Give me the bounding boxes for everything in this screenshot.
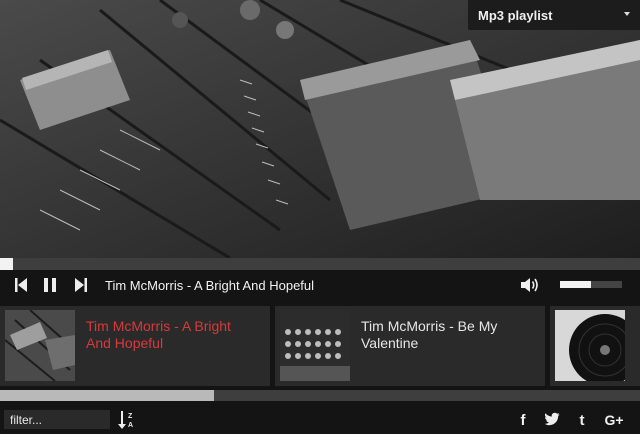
svg-text:Z: Z — [128, 413, 133, 420]
track-card[interactable] — [550, 306, 640, 386]
pause-button[interactable] — [40, 276, 60, 294]
svg-text:A: A — [128, 422, 133, 429]
skip-previous-icon — [15, 278, 27, 292]
playlist-select[interactable]: Mp3 playlist — [468, 0, 640, 30]
skip-next-icon — [75, 278, 87, 292]
seek-bar[interactable] — [0, 258, 640, 270]
pause-icon — [44, 278, 56, 292]
playlist-select-value: Mp3 playlist — [478, 8, 553, 23]
carousel-scrollbar-thumb[interactable] — [0, 390, 214, 401]
google-plus-icon[interactable]: G+ — [602, 412, 626, 430]
volume-button[interactable] — [520, 276, 540, 299]
track-title: Tim McMorris - Be My Valentine — [361, 318, 498, 351]
volume-icon — [521, 278, 538, 292]
previous-button[interactable] — [12, 276, 30, 294]
carousel-scrollbar[interactable] — [0, 390, 640, 401]
track-card[interactable]: Tim McMorris - A Bright And Hopeful — [0, 306, 270, 386]
twitter-bird-icon — [544, 412, 560, 426]
seek-bar-fill — [0, 258, 13, 270]
now-playing-title: Tim McMorris - A Bright And Hopeful — [105, 278, 315, 293]
chevron-down-icon — [624, 12, 630, 16]
track-carousel: Tim McMorris - A Bright And Hopeful Tim … — [0, 300, 640, 390]
track-title: Tim McMorris - A Bright And Hopeful — [86, 318, 231, 351]
volume-slider[interactable] — [560, 281, 622, 288]
track-card[interactable]: Tim McMorris - Be My Valentine — [275, 306, 545, 386]
track-thumbnail — [555, 310, 625, 381]
volume-slider-fill — [560, 281, 591, 288]
sort-descending-icon: Z A — [118, 411, 133, 429]
next-button[interactable] — [72, 276, 90, 294]
player-controls: Tim McMorris - A Bright And Hopeful — [0, 270, 640, 300]
track-thumbnail — [5, 310, 75, 381]
playlist-footer: Z A f t G+ — [0, 401, 640, 434]
tumblr-icon[interactable]: t — [573, 412, 591, 430]
track-thumbnail — [280, 310, 350, 381]
facebook-icon[interactable]: f — [514, 412, 532, 430]
cover-image: Mp3 playlist — [0, 0, 640, 258]
filter-input[interactable] — [4, 410, 110, 429]
sort-button[interactable]: Z A — [118, 410, 134, 434]
twitter-icon[interactable] — [543, 412, 561, 430]
